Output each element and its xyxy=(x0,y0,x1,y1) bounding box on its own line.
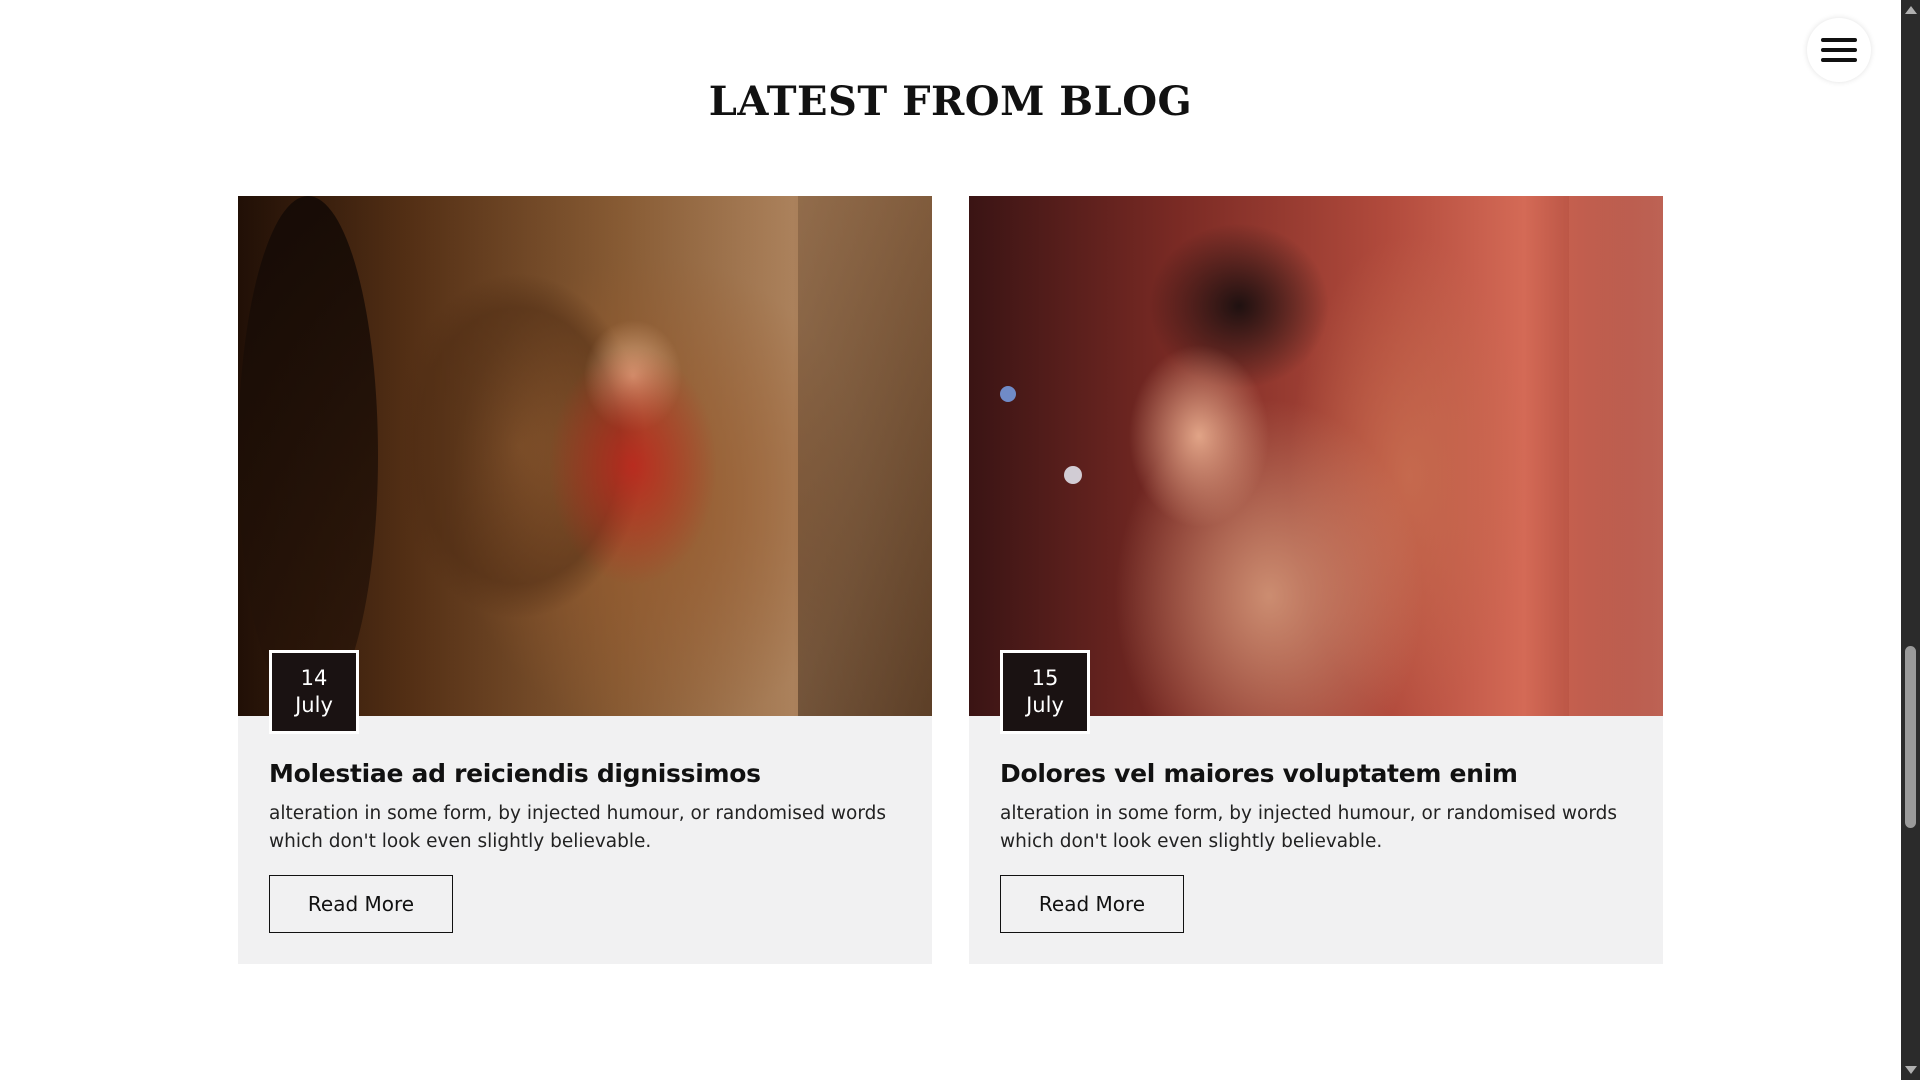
scroll-up-icon[interactable] xyxy=(1905,6,1917,14)
blog-card-excerpt: alteration in some form, by injected hum… xyxy=(269,803,886,852)
menu-button[interactable] xyxy=(1807,18,1871,82)
blog-card-image[interactable] xyxy=(969,196,1663,716)
date-month: July xyxy=(295,693,333,717)
date-month: July xyxy=(1026,693,1064,717)
page: LATEST FROM BLOG 14 July Molestiae ad re… xyxy=(0,0,1901,1080)
blog-card-excerpt: alteration in some form, by injected hum… xyxy=(1000,803,1617,852)
date-day: 15 xyxy=(1031,666,1059,690)
read-more-button[interactable]: Read More xyxy=(269,875,453,933)
scrollbar-thumb[interactable] xyxy=(1905,646,1916,828)
blog-card-image[interactable] xyxy=(238,196,932,716)
hamburger-icon xyxy=(1821,38,1857,62)
blog-card-title[interactable]: Molestiae ad reiciendis dignissimos xyxy=(269,759,909,788)
blog-card: 15 July Dolores vel maiores voluptatem e… xyxy=(969,196,1663,964)
blog-card: 14 July Molestiae ad reiciendis dignissi… xyxy=(238,196,932,964)
date-badge: 14 July xyxy=(269,650,359,734)
scroll-down-icon[interactable] xyxy=(1905,1066,1917,1074)
blog-card-title[interactable]: Dolores vel maiores voluptatem enim xyxy=(1000,759,1640,788)
vertical-scrollbar[interactable] xyxy=(1901,0,1920,1080)
section-title: LATEST FROM BLOG xyxy=(708,78,1193,125)
date-badge: 15 July xyxy=(1000,650,1090,734)
date-day: 14 xyxy=(300,666,328,690)
read-more-button[interactable]: Read More xyxy=(1000,875,1184,933)
